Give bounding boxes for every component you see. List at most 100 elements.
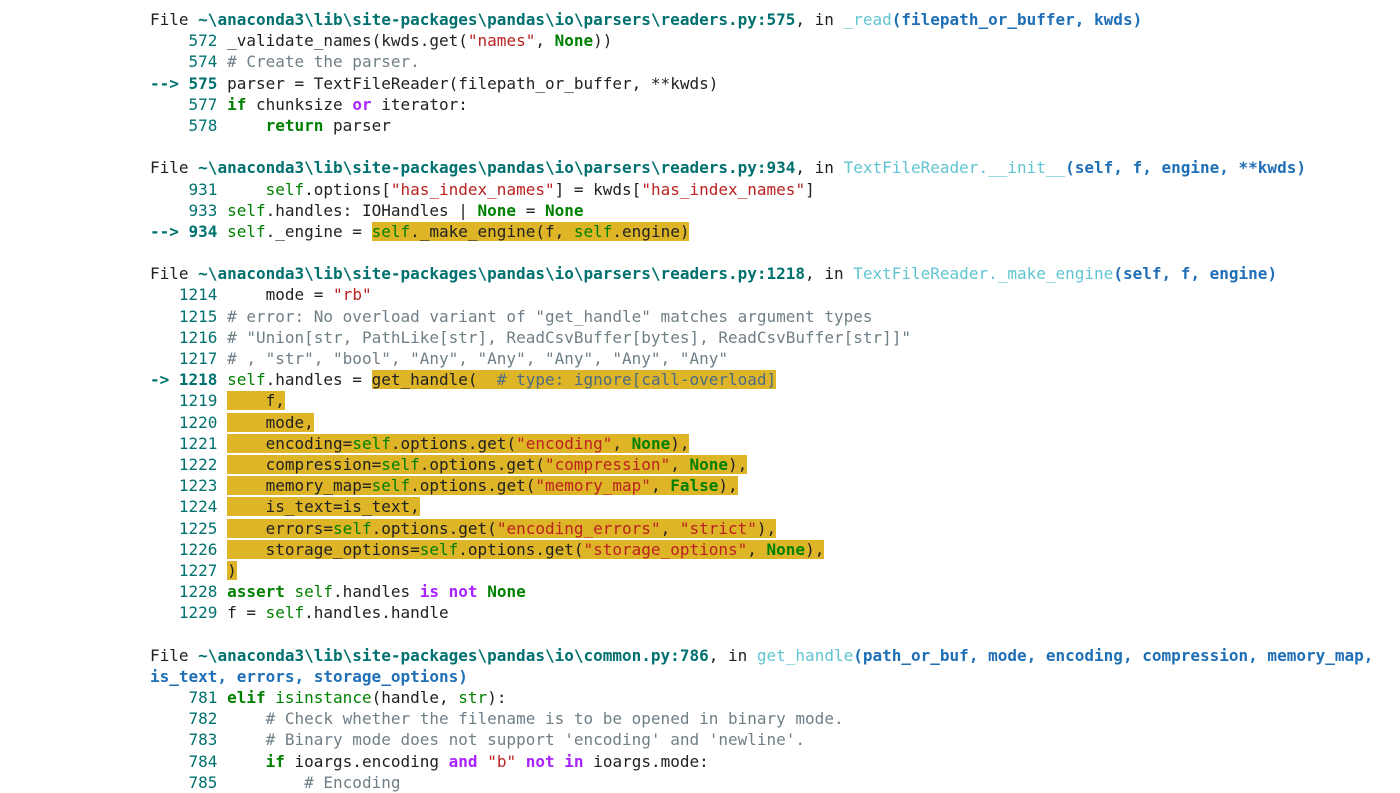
highlighted-expression: mode, [227,412,314,432]
code-text: self.handles: IOHandles | None = None [227,200,584,220]
line-marker [150,688,189,707]
traceback-frame: File ~\anaconda3\lib\site-packages\panda… [150,263,1400,623]
line-number: 1223 [178,476,218,496]
frame-separator [150,242,1400,263]
traceback-output: File ~\anaconda3\lib\site-packages\panda… [0,0,1400,793]
code-text: elif isinstance(handle, str): [227,688,507,707]
line-marker: -> [150,370,179,390]
line-marker [150,116,189,135]
code-line: 1214 mode = "rb" [150,284,1400,305]
traceback-frame: File ~\anaconda3\lib\site-packages\panda… [150,9,1400,136]
code-line: 783 # Binary mode does not support 'enco… [150,729,1400,750]
frame-file-line: File ~\anaconda3\lib\site-packages\panda… [150,645,1400,666]
line-number: 1219 [178,391,218,411]
code-text: return parser [265,115,391,135]
line-marker: --> [150,221,189,241]
frame-separator [150,623,1400,644]
line-marker [150,561,179,580]
in-text: , in [708,645,757,665]
line-number: 575 [188,73,218,93]
code-text: if ioargs.encoding and "b" not in ioargs… [265,751,709,771]
line-number: 578 [188,115,218,135]
code-line: 1219 f, [150,390,1400,411]
code-line: 1226 storage_options=self.options.get("s… [150,539,1400,560]
code-line: 1221 encoding=self.options.get("encoding… [150,433,1400,454]
line-marker [150,540,179,559]
file-path[interactable]: ~\anaconda3\lib\site-packages\pandas\io\… [198,158,795,177]
line-marker [150,95,189,114]
line-number: 1221 [178,433,218,453]
line-marker [150,773,189,792]
highlighted-expression: is_text=is_text, [227,497,420,517]
code-text: memory_map=self.options.get("memory_map"… [227,476,738,496]
line-number: 1224 [178,497,218,517]
file-path[interactable]: ~\anaconda3\lib\site-packages\pandas\io\… [198,10,795,29]
highlighted-expression: compression=self.options.get("compressio… [227,454,748,474]
code-text: # , "str", "bool", "Any", "Any", "Any", … [227,349,728,368]
code-text: # Check whether the filename is to be op… [265,709,844,729]
code-line: 577 if chunksize or iterator: [150,94,1400,115]
code-line: 931 self.options["has_index_names"] = kw… [150,179,1400,200]
line-marker [150,603,179,622]
code-text: _validate_names(kwds.get("names", None)) [227,31,613,51]
file-path[interactable]: ~\anaconda3\lib\site-packages\pandas\io\… [198,646,709,665]
code-text: # Create the parser. [227,52,420,72]
line-number: 933 [188,200,218,220]
in-text: , in [795,10,844,29]
line-marker [150,285,179,304]
code-line: 782 # Check whether the filename is to b… [150,708,1400,729]
line-number: 1227 [178,560,218,580]
code-line: 1224 is_text=is_text, [150,496,1400,517]
code-line: 1228 assert self.handles is not None [150,581,1400,602]
highlighted-expression: ) [227,560,237,580]
highlighted-expression: encoding=self.options.get("encoding", No… [227,433,690,453]
frame-file-line: File ~\anaconda3\lib\site-packages\panda… [150,263,1400,284]
code-text: # Binary mode does not support 'encoding… [265,730,806,750]
code-line: 785 # Encoding [150,772,1400,793]
line-number: 1214 [178,285,218,305]
line-number: 572 [188,31,218,51]
code-line: 1220 mode, [150,412,1400,433]
line-marker [150,434,179,453]
function-args: (filepath_or_buffer, kwds) [891,10,1143,29]
code-text: self.options["has_index_names"] = kwds["… [265,179,815,199]
file-prefix: File [150,645,199,665]
code-text: # Encoding [304,772,401,792]
code-line: 1225 errors=self.options.get("encoding_e… [150,518,1400,539]
line-number: 1220 [178,412,218,432]
code-line: 1229 f = self.handles.handle [150,602,1400,623]
line-number: 1225 [178,518,218,538]
line-number: 931 [188,179,218,199]
code-text: self._engine = self._make_engine(f, self… [227,221,690,241]
line-marker [150,752,189,771]
line-number: 574 [188,52,218,72]
line-number: 785 [188,772,218,792]
function-args: (self, f, engine, **kwds) [1065,158,1306,178]
in-text: , in [805,264,854,284]
code-line: 1215 # error: No overload variant of "ge… [150,306,1400,327]
line-number: 934 [188,221,218,241]
file-path[interactable]: ~\anaconda3\lib\site-packages\pandas\io\… [198,264,805,283]
code-line: 1227 ) [150,560,1400,581]
code-text: encoding=self.options.get("encoding", No… [227,433,690,453]
code-text: self.handles = get_handle( # type: ignor… [227,370,777,390]
code-line: 1222 compression=self.options.get("compr… [150,454,1400,475]
line-marker [150,328,179,347]
line-marker [150,31,189,50]
traceback-frame: File ~\anaconda3\lib\site-packages\panda… [150,157,1400,242]
line-marker [150,730,189,749]
function-args-continued: is_text, errors, storage_options) [150,666,468,686]
code-line: 1216 # "Union[str, PathLike[str], ReadCs… [150,327,1400,348]
code-text: is_text=is_text, [227,497,420,517]
line-marker [150,455,179,474]
line-number: 1226 [178,539,218,559]
code-line: 781 elif isinstance(handle, str): [150,687,1400,708]
current-code-line: --> 934 self._engine = self._make_engine… [150,221,1400,242]
code-text: errors=self.options.get("encoding_errors… [227,518,777,538]
line-marker [150,476,179,495]
line-marker [150,180,189,199]
line-marker [150,582,179,601]
code-text: storage_options=self.options.get("storag… [227,539,825,559]
current-code-line: --> 575 parser = TextFileReader(filepath… [150,73,1400,94]
highlighted-expression: self._make_engine(f, self.engine) [371,221,690,241]
